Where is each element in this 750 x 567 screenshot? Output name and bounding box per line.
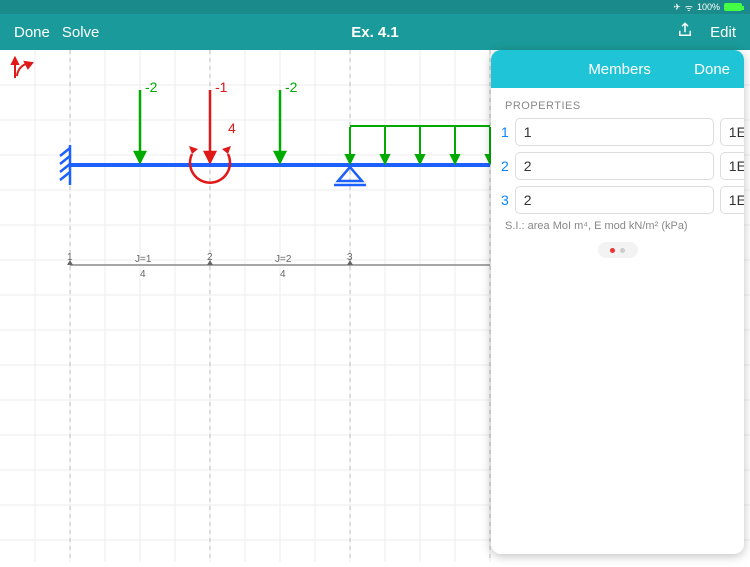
- row-area-input[interactable]: [515, 118, 714, 146]
- row-emod-input[interactable]: [720, 186, 744, 214]
- page-dots[interactable]: [598, 242, 638, 258]
- moment-label: 4: [228, 120, 236, 136]
- load-point-2: [205, 90, 215, 162]
- row-area-input[interactable]: [515, 186, 714, 214]
- battery-pct: 100%: [697, 2, 720, 12]
- row-index[interactable]: 1: [501, 124, 509, 140]
- row-emod-input[interactable]: [720, 118, 744, 146]
- load-point-3-label: -2: [285, 79, 298, 95]
- share-icon[interactable]: [676, 21, 694, 43]
- load-point-1-label: -2: [145, 79, 158, 95]
- row-emod-input[interactable]: [720, 152, 744, 180]
- load-point-1: [135, 90, 145, 162]
- svg-text:4: 4: [140, 269, 146, 280]
- battery-icon: [724, 3, 742, 11]
- airplane-icon: ✈: [673, 2, 681, 13]
- support-fixed-icon: [60, 145, 70, 185]
- done-button[interactable]: Done: [14, 24, 50, 41]
- row-index[interactable]: 2: [501, 158, 509, 174]
- units-note: S.I.: area MoI m⁴, E mod kN/m² (kPa): [501, 220, 734, 232]
- svg-text:4: 4: [280, 269, 286, 280]
- section-header: PROPERTIES: [501, 100, 734, 112]
- panel-done-button[interactable]: Done: [694, 61, 730, 78]
- load-distributed-icon: [346, 125, 494, 163]
- svg-text:J=1: J=1: [135, 254, 152, 265]
- edit-button[interactable]: Edit: [710, 24, 736, 41]
- row-index[interactable]: 3: [501, 192, 509, 208]
- member-row: 2: [501, 152, 734, 180]
- member-row: 1: [501, 118, 734, 146]
- app-header: Done Solve Ex. 4.1 Edit: [0, 14, 750, 50]
- svg-text:J=2: J=2: [275, 254, 292, 265]
- load-point-2-label: -1: [215, 79, 228, 95]
- panel-title: Members: [545, 61, 694, 78]
- status-bar: ✈ ᯤ 100%: [0, 0, 750, 14]
- member-row: 3: [501, 186, 734, 214]
- axis-icon[interactable]: [10, 56, 36, 87]
- page-title: Ex. 4.1: [351, 24, 399, 41]
- wifi-icon: ᯤ: [685, 1, 693, 14]
- load-point-3: [275, 90, 285, 162]
- members-panel: Members Done PROPERTIES 1 2 3 S.I.: area…: [491, 50, 744, 554]
- row-area-input[interactable]: [515, 152, 714, 180]
- solve-button[interactable]: Solve: [62, 24, 100, 41]
